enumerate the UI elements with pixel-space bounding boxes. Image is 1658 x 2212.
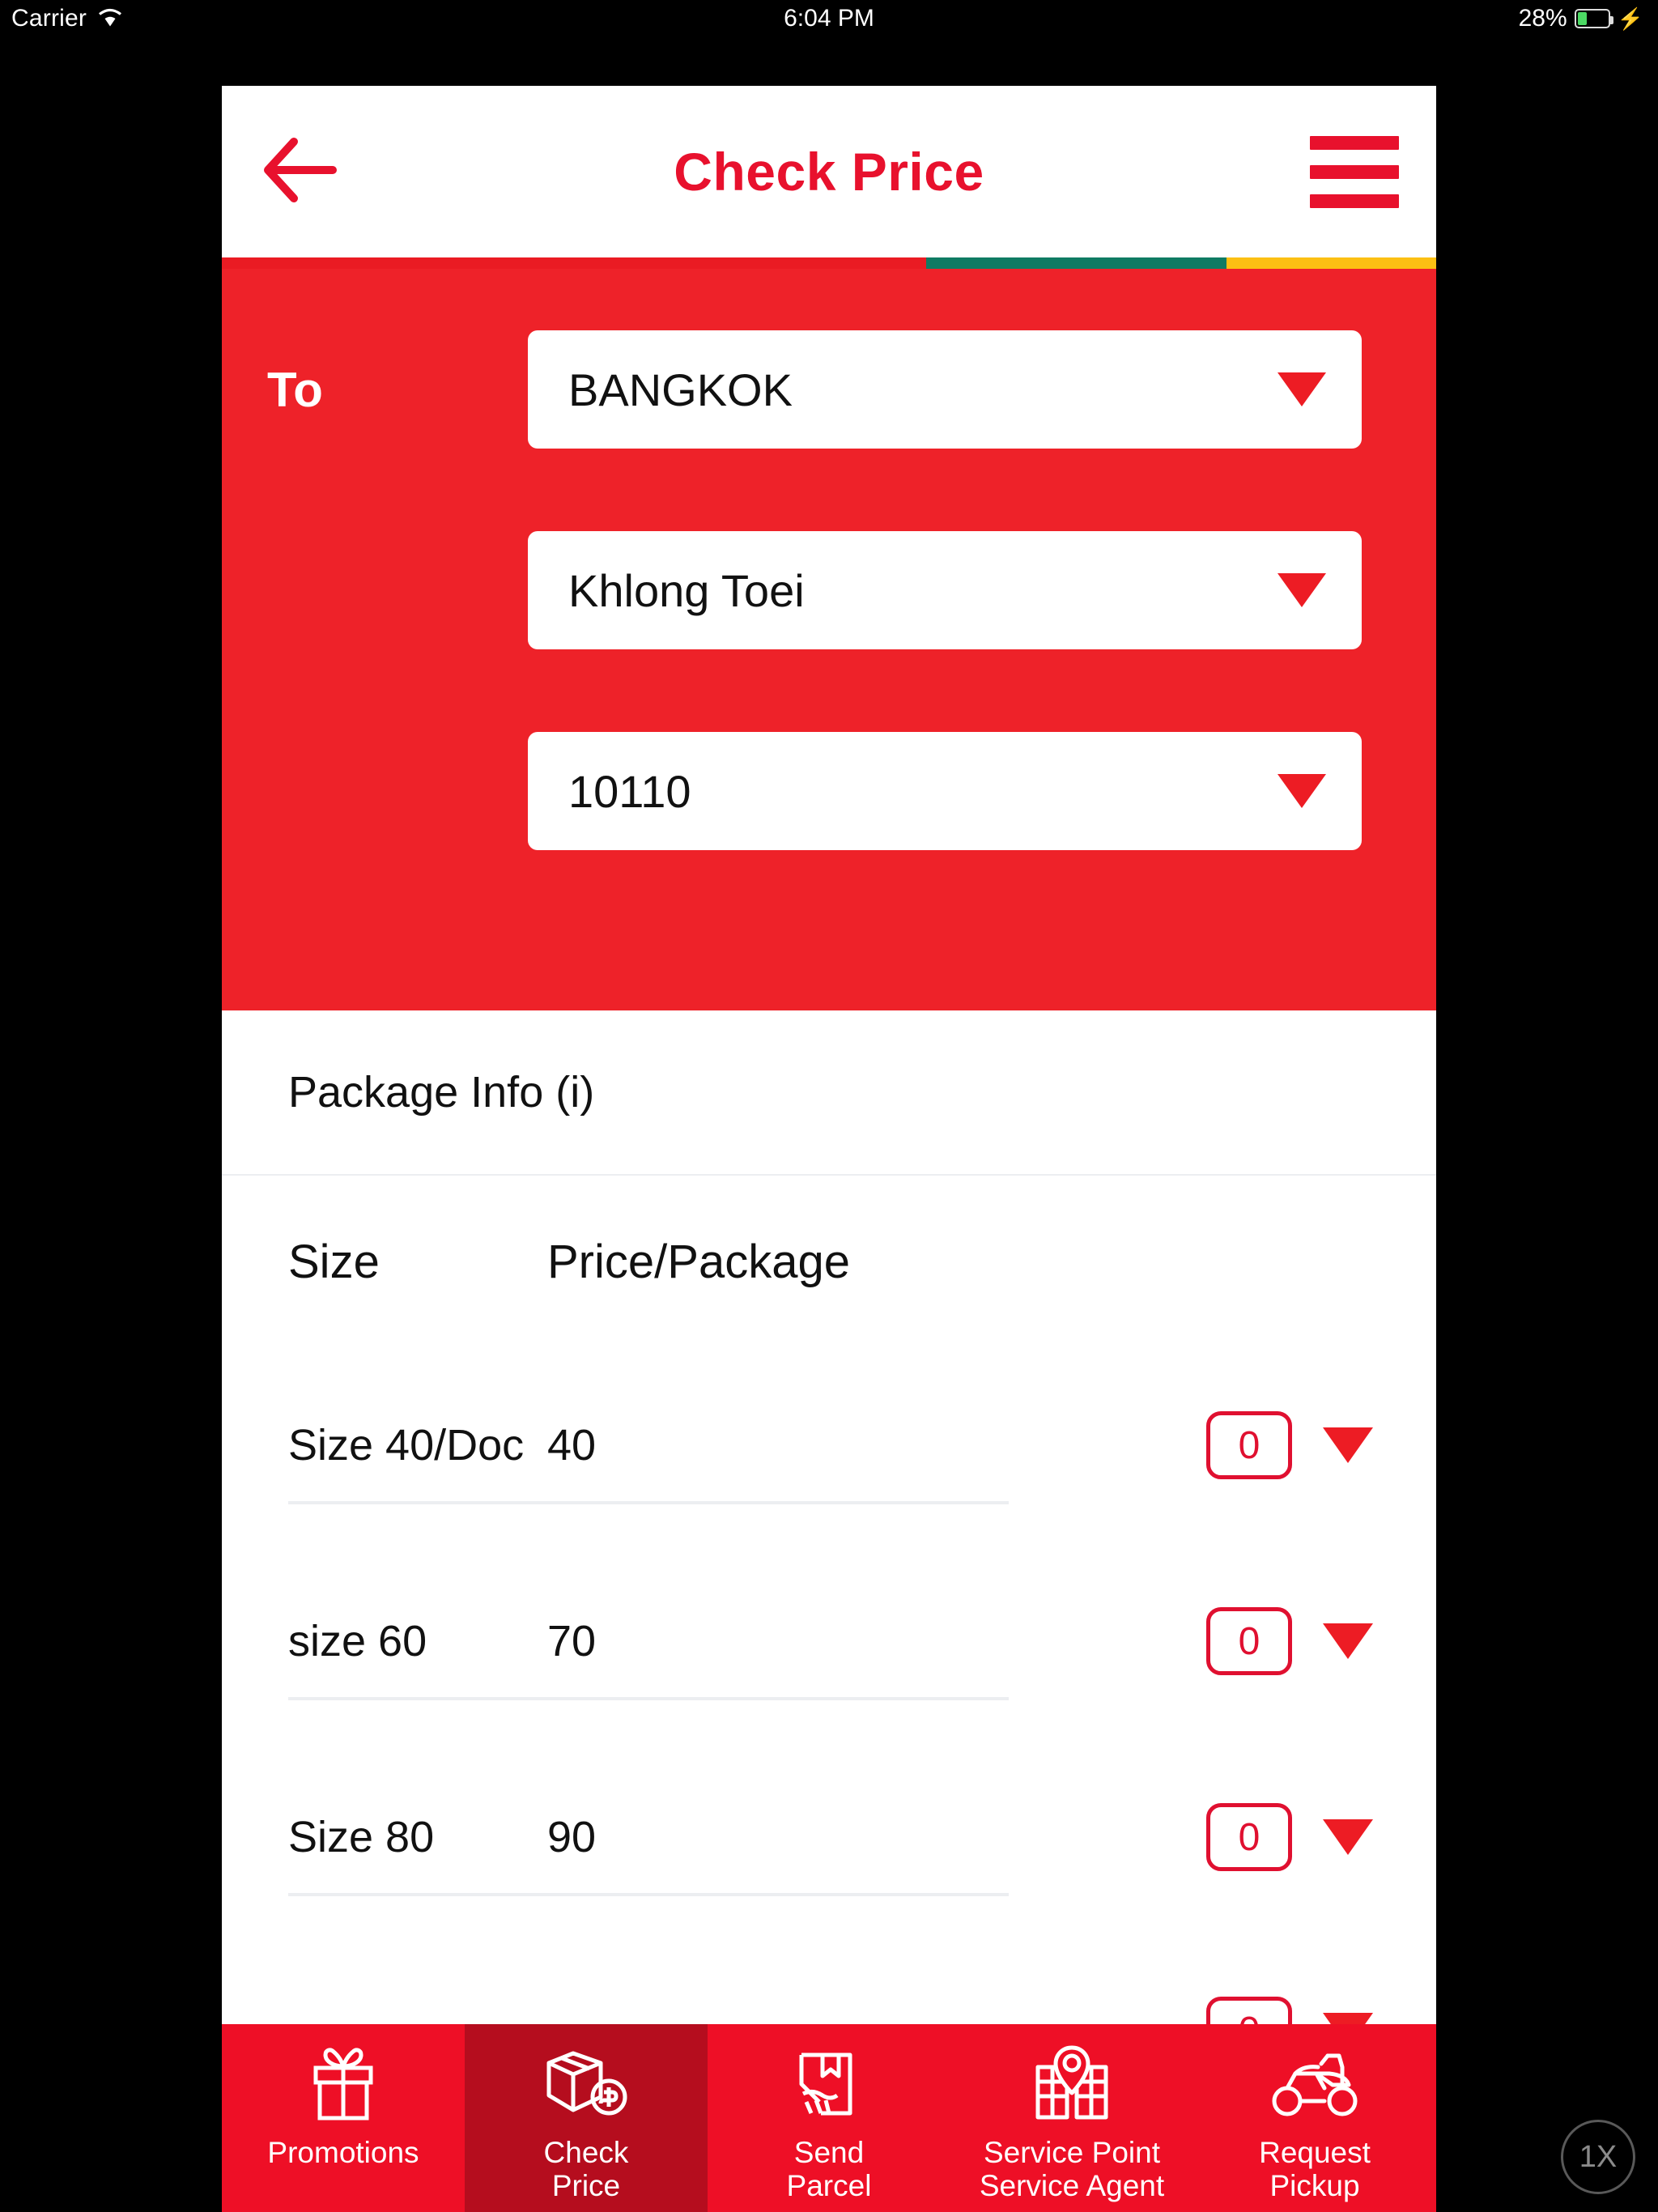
table-row: 0 (222, 1935, 1436, 2032)
province-value: BANGKOK (568, 364, 793, 415)
nav-label: Service Point Service Agent (979, 2136, 1165, 2203)
nav-label: Check Price (543, 2136, 629, 2203)
row-size-label: size 60 (288, 1617, 427, 1665)
back-arrow-icon (261, 135, 339, 209)
battery-percent-label: 28% (1518, 5, 1567, 32)
nav-item-send-parcel[interactable]: Send Parcel (708, 2024, 950, 2212)
hand-parcel-icon (784, 2042, 874, 2126)
table-row: Size 80 90 0 (222, 1739, 1436, 1935)
page-title: Check Price (674, 142, 984, 202)
stripe-segment-red (222, 257, 926, 269)
district-select[interactable]: Khlong Toei (528, 531, 1362, 649)
row-quantity-control[interactable]: 0 (1206, 1411, 1373, 1479)
nav-label: Request Pickup (1259, 2136, 1371, 2203)
column-header-price: Price/Package (547, 1235, 850, 1288)
status-bar: Carrier 6:04 PM 28% ⚡ (0, 0, 1658, 40)
size-price-table: Size Price/Package Size 40/Doc 40 0 size… (222, 1176, 1436, 2032)
back-button[interactable] (256, 131, 345, 212)
hamburger-menu-icon[interactable] (1310, 135, 1399, 208)
row-divider (288, 1893, 1009, 1896)
battery-icon (1574, 9, 1613, 28)
chevron-down-icon[interactable] (1323, 1819, 1373, 1855)
stripe-segment-teal (926, 257, 1226, 269)
chevron-down-icon (1278, 573, 1326, 607)
table-row: size 60 70 0 (222, 1543, 1436, 1739)
nav-item-promotions[interactable]: Promotions (222, 2024, 465, 2212)
table-row: Size 40/Doc 40 0 (222, 1347, 1436, 1543)
destination-province-row: To BANGKOK (222, 330, 1436, 449)
row-divider (288, 1501, 1009, 1504)
stripe-segment-yellow (1226, 257, 1436, 269)
bottom-navigation: Promotions Check Price Send Parcel Servi… (222, 2024, 1436, 2212)
row-divider (288, 1697, 1009, 1700)
gift-icon (301, 2042, 385, 2126)
postcode-value: 10110 (568, 765, 691, 817)
status-bar-time: 6:04 PM (784, 5, 874, 32)
chevron-down-icon (1278, 372, 1326, 406)
chevron-down-icon[interactable] (1323, 1427, 1373, 1463)
scooter-icon (1268, 2042, 1362, 2126)
destination-panel: To BANGKOK Khlong Toei 10110 (222, 269, 1436, 1010)
lightning-bolt-icon: ⚡ (1617, 6, 1643, 31)
destination-district-row: Khlong Toei (222, 531, 1436, 649)
row-quantity-control[interactable]: 0 (1206, 1607, 1373, 1675)
package-info-label[interactable]: Package Info (i) (222, 1010, 1436, 1176)
map-pin-icon (1027, 2042, 1117, 2126)
app-header: Check Price (222, 86, 1436, 257)
row-price-value: 90 (547, 1813, 597, 1861)
row-size-label: Size 40/Doc (288, 1421, 525, 1470)
row-size-label: Size 80 (288, 1813, 435, 1861)
status-bar-right: 28% ⚡ (1519, 5, 1643, 32)
nav-label: Promotions (267, 2136, 419, 2169)
nav-item-service-point[interactable]: Service Point Service Agent (950, 2024, 1193, 2212)
quantity-value[interactable]: 0 (1206, 1607, 1292, 1675)
chevron-down-icon (1278, 774, 1326, 808)
postcode-select[interactable]: 10110 (528, 732, 1362, 850)
zoom-level-badge[interactable]: 1X (1561, 2120, 1635, 2194)
nav-label: Send Parcel (786, 2136, 872, 2203)
chevron-down-icon[interactable] (1323, 1623, 1373, 1659)
nav-item-check-price[interactable]: Check Price (465, 2024, 708, 2212)
province-select[interactable]: BANGKOK (528, 330, 1362, 449)
box-baht-icon (541, 2042, 631, 2126)
nav-item-request-pickup[interactable]: Request Pickup (1193, 2024, 1436, 2212)
column-header-size: Size (288, 1235, 380, 1288)
quantity-value[interactable]: 0 (1206, 1411, 1292, 1479)
destination-postcode-row: 10110 (222, 732, 1436, 850)
brand-stripe (222, 257, 1436, 269)
to-label: To (267, 362, 323, 417)
row-price-value: 70 (547, 1617, 597, 1665)
app-viewport: Check Price To BANGKOK Khlong Toei 10110… (222, 86, 1436, 2212)
table-header-row: Size Price/Package (222, 1176, 1436, 1347)
row-quantity-control[interactable]: 0 (1206, 1803, 1373, 1871)
quantity-value[interactable]: 0 (1206, 1803, 1292, 1871)
district-value: Khlong Toei (568, 564, 805, 616)
row-price-value: 40 (547, 1421, 597, 1470)
